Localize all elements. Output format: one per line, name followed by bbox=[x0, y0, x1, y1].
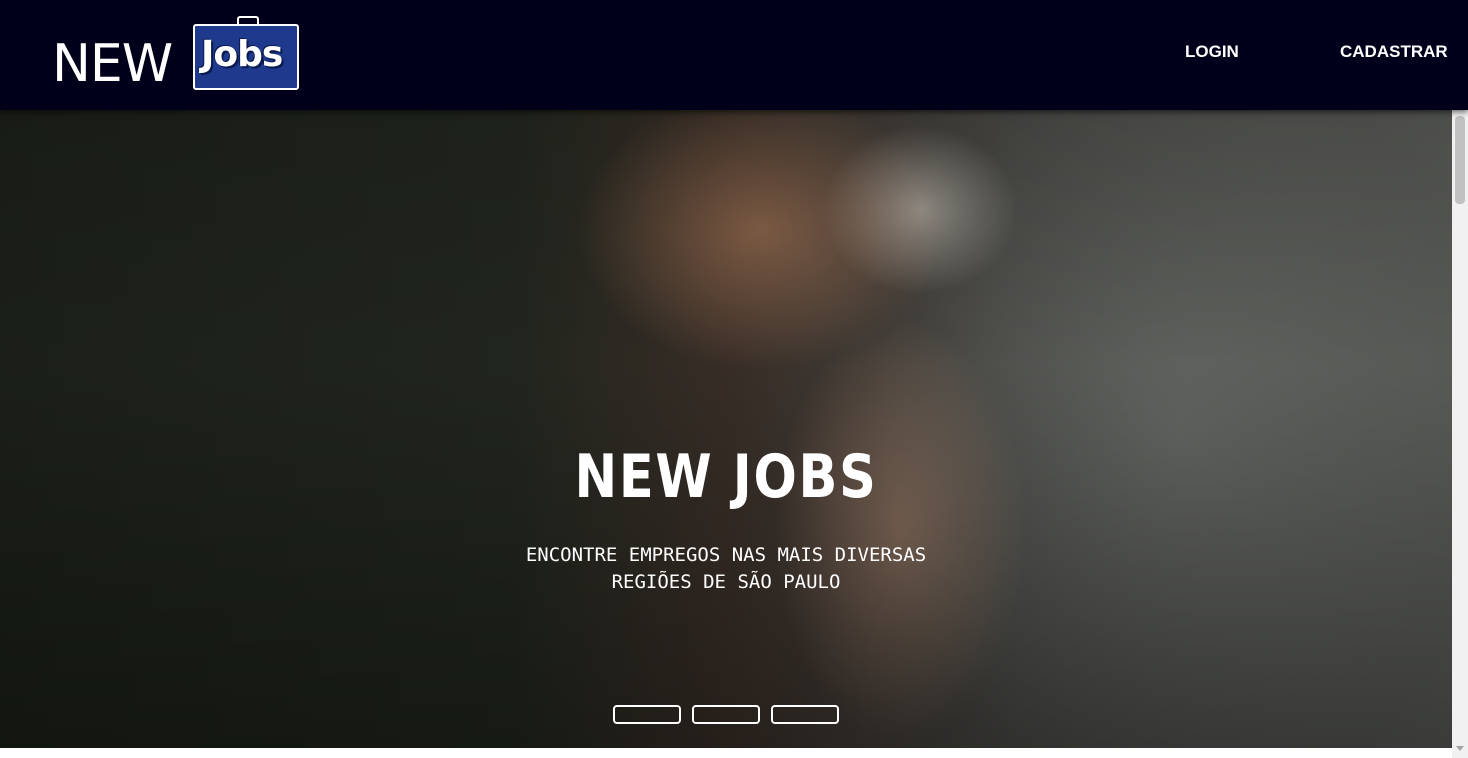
briefcase-handle bbox=[237, 16, 259, 25]
briefcase-icon: Jobs bbox=[193, 16, 299, 90]
hero-overlay bbox=[0, 110, 1452, 748]
newjobs-logo[interactable]: NEW Jobs bbox=[52, 16, 302, 92]
hero-subtitle: ENCONTRE EMPREGOS NAS MAIS DIVERSAS REGI… bbox=[525, 544, 927, 593]
logo-word-new: NEW bbox=[52, 34, 173, 94]
login-link[interactable]: LOGIN bbox=[1185, 42, 1239, 62]
carousel-indicator-1[interactable] bbox=[613, 705, 681, 724]
page-scrollbar[interactable] bbox=[1452, 110, 1468, 758]
top-navbar: NEW Jobs LOGIN CADASTRAR bbox=[0, 0, 1468, 110]
cadastrar-link[interactable]: CADASTRAR bbox=[1340, 42, 1448, 62]
scroll-down-arrow-icon[interactable] bbox=[1456, 746, 1464, 751]
carousel-indicator-2[interactable] bbox=[692, 705, 760, 724]
carousel-indicator-3[interactable] bbox=[771, 705, 839, 724]
logo-word-jobs: Jobs bbox=[201, 34, 283, 75]
hero-carousel: NEW JOBS ENCONTRE EMPREGOS NAS MAIS DIVE… bbox=[0, 110, 1452, 748]
hero-title: NEW JOBS bbox=[574, 442, 878, 512]
carousel-indicators bbox=[613, 705, 839, 724]
scrollbar-thumb[interactable] bbox=[1455, 116, 1465, 204]
